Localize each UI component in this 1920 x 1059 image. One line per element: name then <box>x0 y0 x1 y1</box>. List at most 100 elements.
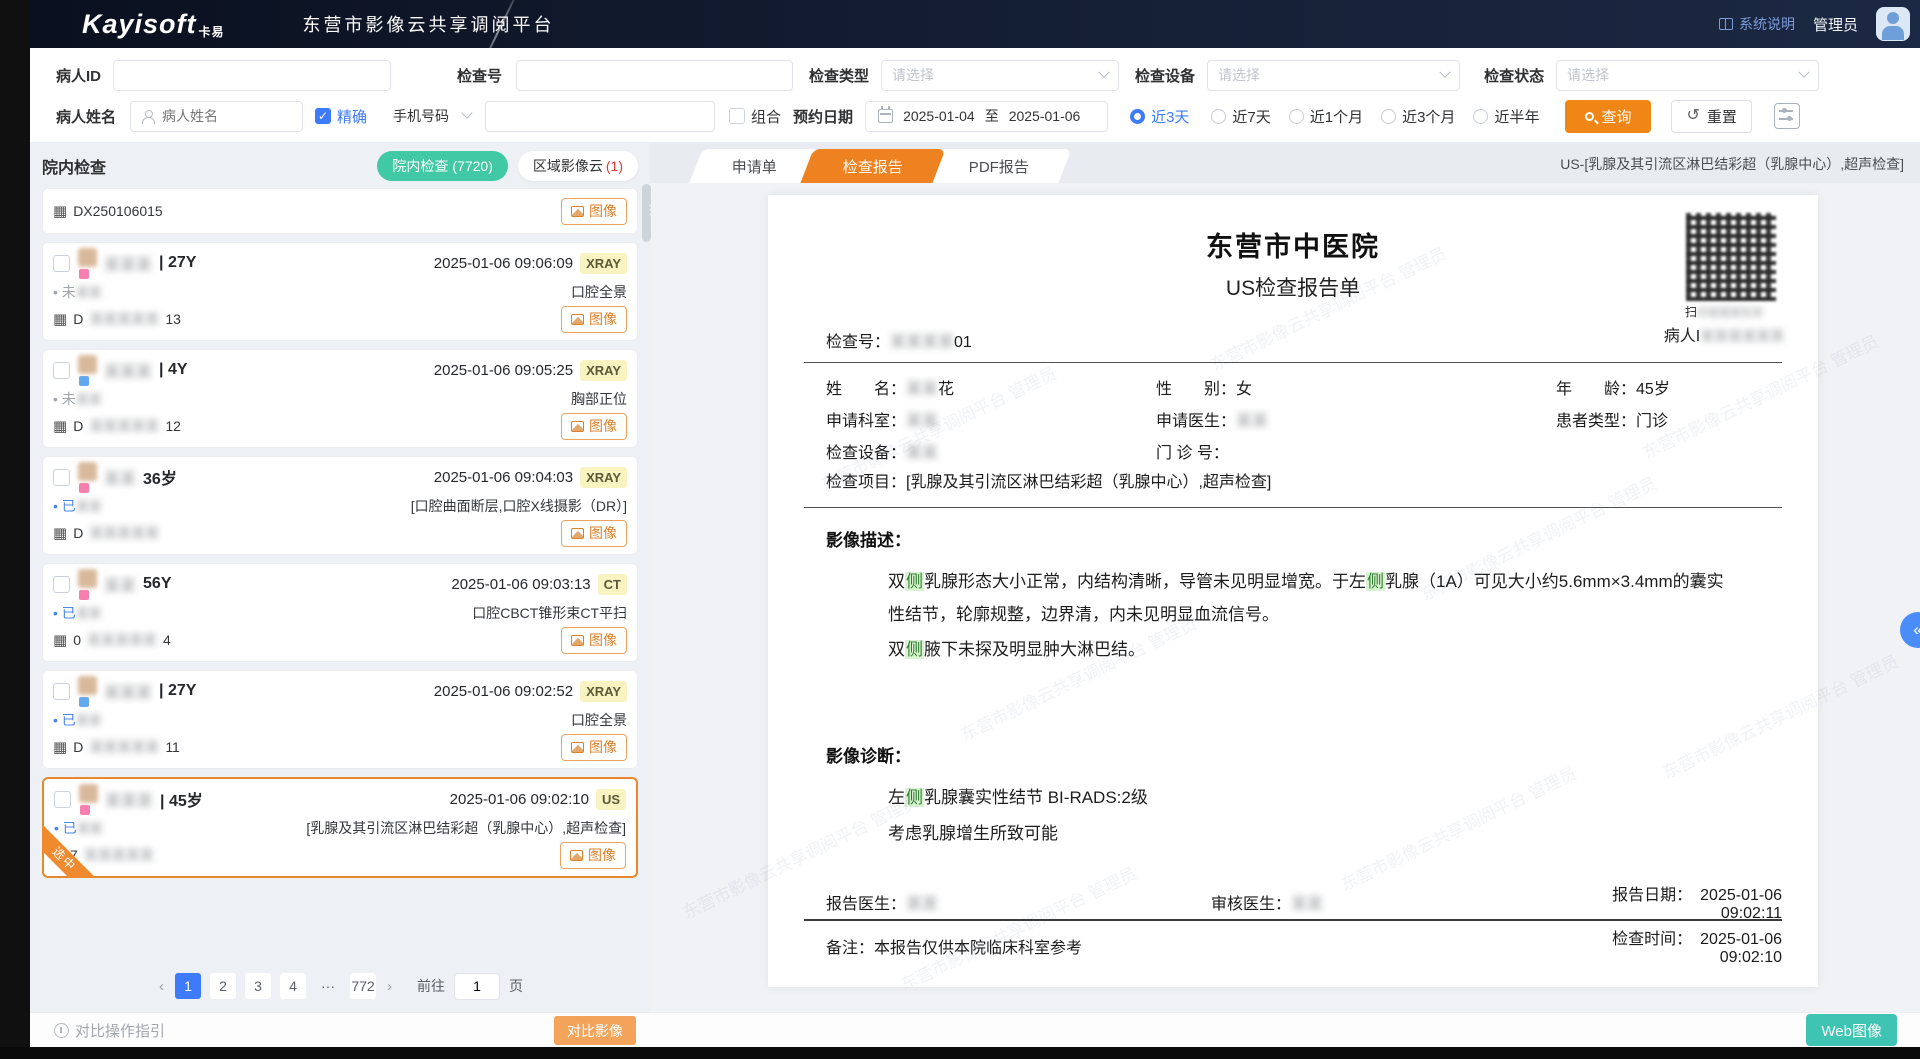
exam-card[interactable]: 某某 56Y 2025-01-06 09:03:13 CT 已某某 口腔CBCT… <box>42 563 638 662</box>
exam-type-select[interactable]: 请选择 <box>881 60 1119 91</box>
modality-badge: XRAY <box>580 681 627 702</box>
report-status: 未某某 <box>53 282 102 302</box>
goto-page-input[interactable] <box>454 973 500 1000</box>
tab-hospital-exams[interactable]: 院内检查 (7720) <box>377 151 507 181</box>
exam-item-field: 检查项目：[乳腺及其引流区淋巴结彩超（乳腺中心）,超声检查] <box>826 467 1782 499</box>
range-radio-7d[interactable] <box>1211 109 1226 124</box>
kayisoft-logo: Kayisoft卡易 <box>82 9 225 40</box>
image-button[interactable]: 图像 <box>561 198 627 225</box>
range-label-7d[interactable]: 近7天 <box>1232 106 1270 127</box>
compare-images-button[interactable]: 对比影像 <box>554 1016 636 1045</box>
range-radio-3m[interactable] <box>1381 109 1396 124</box>
system-help-link[interactable]: 系统说明 <box>1719 14 1795 34</box>
row-checkbox[interactable] <box>53 576 70 593</box>
row-checkbox[interactable] <box>53 362 70 379</box>
page-ellipsis[interactable]: ··· <box>315 973 341 999</box>
patient-age: 36岁 <box>143 465 177 489</box>
search-button[interactable]: 查询 <box>1565 100 1651 133</box>
row-checkbox[interactable] <box>53 255 70 272</box>
search-icon <box>1585 112 1594 121</box>
image-button[interactable]: 图像 <box>560 842 626 869</box>
image-button[interactable]: 图像 <box>561 306 627 333</box>
gender-chip <box>79 269 89 279</box>
user-avatar[interactable] <box>1876 7 1910 41</box>
exam-card-partial[interactable]: ▦ DX250106015 图像 <box>42 188 638 234</box>
qr-code <box>1686 213 1776 301</box>
device-field: 检查设备：某某 <box>826 439 1156 463</box>
tab-region-cloud[interactable]: 区域影像云 (1) <box>518 151 638 181</box>
goto-label: 前往 <box>417 976 445 996</box>
patient-age: 56Y <box>143 575 171 593</box>
current-user-label: 管理员 <box>1813 14 1858 35</box>
image-button[interactable]: 图像 <box>561 413 627 440</box>
page-3[interactable]: 3 <box>245 973 271 999</box>
app-header: Kayisoft卡易 东营市影像云共享调阅平台 系统说明 管理员 <box>30 0 1920 48</box>
patient-name-input[interactable] <box>162 108 282 124</box>
phone-input[interactable] <box>485 101 715 132</box>
exam-device-select[interactable]: 请选择 <box>1207 60 1460 91</box>
diagnosis-line: 考虑乳腺增生所致可能 <box>888 817 1740 850</box>
view-toggle-icon[interactable] <box>1774 103 1800 129</box>
image-button[interactable]: 图像 <box>561 734 627 761</box>
tab-request-form[interactable]: 申请单 <box>689 149 819 183</box>
row-checkbox[interactable] <box>53 683 70 700</box>
panel-splitter-handle[interactable] <box>642 184 651 242</box>
combo-checkbox[interactable] <box>729 108 745 124</box>
range-radio-1m[interactable] <box>1289 109 1304 124</box>
range-label-6m[interactable]: 近半年 <box>1494 106 1539 127</box>
gender-chip <box>79 483 89 493</box>
range-label-1m[interactable]: 近1个月 <box>1310 106 1363 127</box>
range-label-3m[interactable]: 近3个月 <box>1402 106 1455 127</box>
patient-id-label: 病人ID <box>56 65 101 86</box>
exam-no-input[interactable] <box>516 60 793 91</box>
compare-guide-link[interactable]: 对比操作指引 <box>54 1020 165 1041</box>
description-paragraph: 双侧腋下未探及明显肿大淋巴结。 <box>888 633 1740 666</box>
image-icon <box>571 635 584 646</box>
calendar-icon <box>878 109 893 123</box>
exact-checkbox[interactable] <box>315 108 331 124</box>
report-status: 已某某 <box>53 710 102 730</box>
panel-title: 院内检查 <box>42 154 106 178</box>
image-button[interactable]: 图像 <box>561 627 627 654</box>
date-from: 2025-01-04 <box>903 108 975 124</box>
range-radio-3d[interactable] <box>1130 109 1145 124</box>
page-1[interactable]: 1 <box>175 973 201 999</box>
report-document: 东营市影像云共享调阅平台 管理员 东营市影像云共享调阅平台 管理员 东营市影像云… <box>768 195 1818 987</box>
patient-id-input[interactable] <box>113 60 391 91</box>
exam-card[interactable]: 某某某 | 27Y 2025-01-06 09:02:52 XRAY 已某某 口… <box>42 670 638 769</box>
range-radio-6m[interactable] <box>1473 109 1488 124</box>
page-772[interactable]: 772 <box>350 973 376 999</box>
row-checkbox[interactable] <box>53 469 70 486</box>
note-field: 备注：本报告仅供本院临床科室参考 <box>826 934 1211 958</box>
page-2[interactable]: 2 <box>210 973 236 999</box>
reset-button[interactable]: ↺ 重置 <box>1671 100 1751 133</box>
tab-exam-report[interactable]: 检查报告 <box>800 149 945 183</box>
image-button[interactable]: 图像 <box>561 520 627 547</box>
row-checkbox[interactable] <box>54 791 71 808</box>
exam-status-select[interactable]: 请选择 <box>1556 60 1819 91</box>
page-4[interactable]: 4 <box>280 973 306 999</box>
selected-ribbon: 选中 <box>42 826 94 878</box>
modality-badge: US <box>596 789 626 810</box>
patient-name-field <box>130 101 303 132</box>
prev-page-icon[interactable]: ‹ <box>157 978 166 995</box>
patient-avatar <box>77 569 97 600</box>
accession-icon: ▦ <box>53 202 67 220</box>
next-page-icon[interactable]: › <box>385 978 394 995</box>
exam-card[interactable]: 某某某 | 4Y 2025-01-06 09:05:25 XRAY 未某某 胸部… <box>42 349 638 448</box>
exam-time: 2025-01-06 09:04:03 <box>434 469 573 486</box>
exam-card[interactable]: 某某某 | 27Y 2025-01-06 09:06:09 XRAY 未某某 口… <box>42 242 638 341</box>
exam-card-selected[interactable]: 某某某 | 45岁 2025-01-06 09:02:10 US 已某某 [乳腺… <box>42 777 638 878</box>
appoint-date-label: 预约日期 <box>793 106 853 127</box>
exam-card[interactable]: 某某 36岁 2025-01-06 09:04:03 XRAY 已某某 [口腔曲… <box>42 456 638 555</box>
patient-age: | 4Y <box>159 361 188 379</box>
image-icon <box>571 742 584 753</box>
date-range-picker[interactable]: 2025-01-04 至 2025-01-06 <box>865 101 1108 132</box>
tab-pdf-report[interactable]: PDF报告 <box>927 149 1072 183</box>
phone-select[interactable]: 手机号码 <box>383 101 481 132</box>
filter-bar: 病人ID 检查号 检查类型 请选择 检查设备 请选择 检查状态 请选择 病人姓名 <box>30 48 1920 143</box>
range-label-3d[interactable]: 近3天 <box>1151 106 1189 127</box>
web-image-button[interactable]: Web图像 <box>1806 1014 1897 1046</box>
patient-name-masked: 某某某 <box>105 787 153 811</box>
divider <box>804 362 1782 363</box>
